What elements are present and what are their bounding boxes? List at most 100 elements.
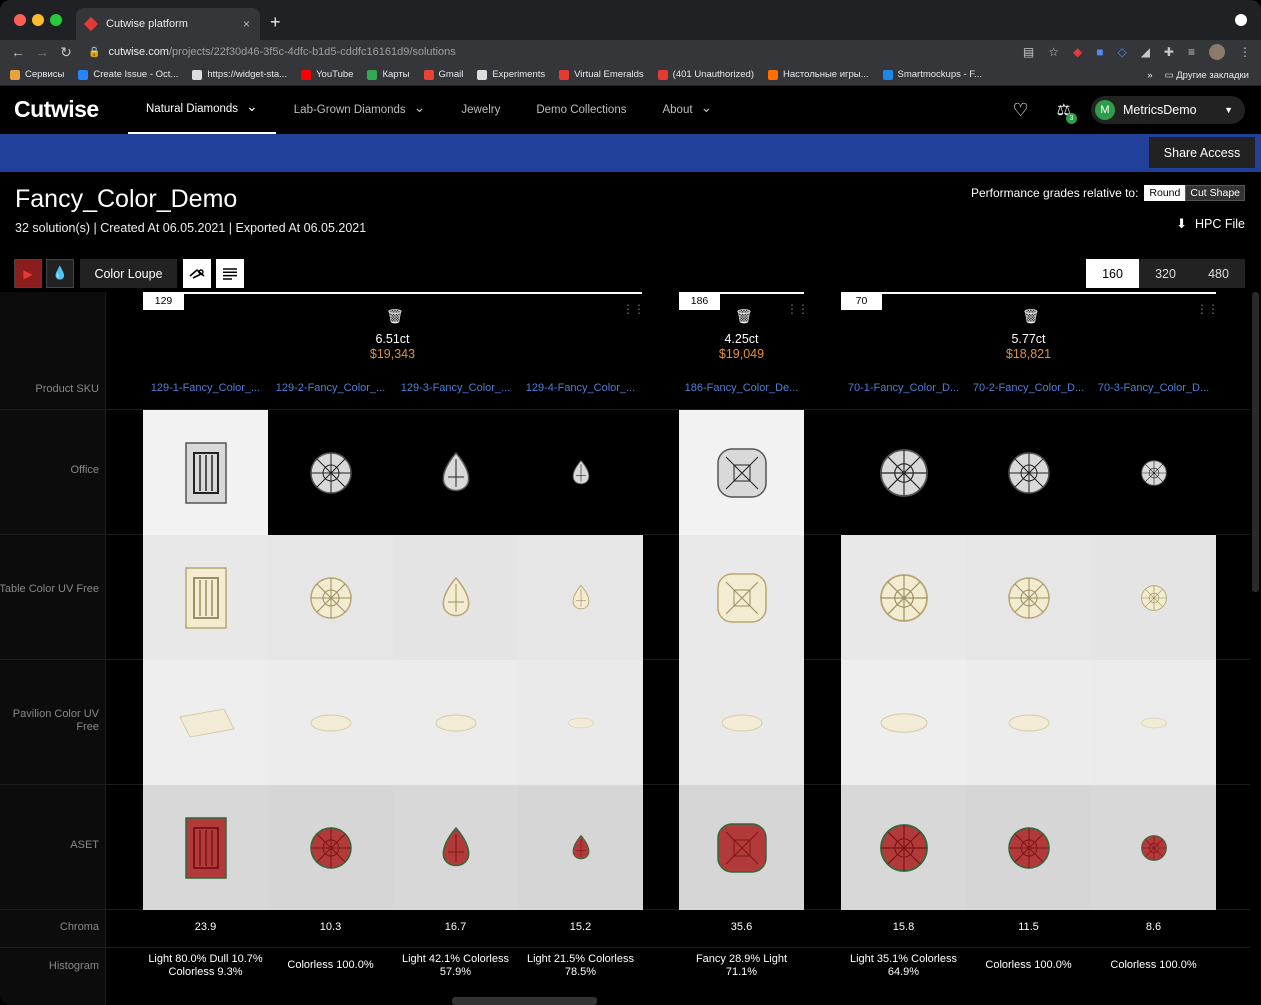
profile-avatar[interactable]	[1209, 44, 1225, 60]
extension-icon[interactable]: ■	[1096, 45, 1103, 59]
menu-item-natural-diamonds[interactable]: Natural Diamonds ⌄	[128, 86, 276, 134]
bookmark-item[interactable]: Gmail	[423, 69, 463, 80]
size-option-160[interactable]: 160	[1086, 259, 1139, 288]
office-image-cell[interactable]	[1091, 410, 1216, 535]
puzzle-icon[interactable]: ✚	[1164, 45, 1174, 59]
favorites-heart-icon[interactable]: ♡	[1013, 100, 1029, 121]
user-menu[interactable]: M MetricsDemo ▼	[1091, 96, 1245, 124]
minimize-window-button[interactable]	[32, 14, 44, 26]
horizontal-scrollbar[interactable]	[452, 997, 597, 1005]
pav-image-cell[interactable]	[268, 660, 393, 785]
bookmark-item[interactable]: (401 Unauthorized)	[657, 69, 754, 80]
vertical-scrollbar[interactable]	[1252, 292, 1259, 592]
other-bookmarks-folder[interactable]: ▭ Другие закладки	[1165, 70, 1249, 81]
product-sku-link[interactable]: 70-3-Fancy_Color_D...	[1091, 382, 1216, 394]
bookmark-item[interactable]: https://widget-sta...	[192, 69, 287, 80]
table-image-cell[interactable]	[679, 535, 804, 660]
cutwise-logo[interactable]: Cutwise	[14, 96, 99, 123]
perf-option-cut-shape[interactable]: Cut Shape	[1185, 185, 1245, 201]
table-image-cell[interactable]	[143, 535, 268, 660]
close-window-button[interactable]	[14, 14, 26, 26]
aset-image-cell[interactable]	[679, 785, 804, 910]
office-image-cell[interactable]	[966, 410, 1091, 535]
trash-icon[interactable]: 🗑	[735, 308, 753, 325]
color-drop-button[interactable]: 💧	[46, 259, 74, 288]
extension-icon[interactable]: ◆	[1073, 45, 1082, 59]
table-image-cell[interactable]	[268, 535, 393, 660]
bookmark-item[interactable]: Smartmockups - F...	[882, 69, 982, 80]
bookmark-item[interactable]: Create Issue - Oct...	[78, 69, 178, 80]
drag-handle-icon[interactable]: ⋮⋮	[622, 303, 645, 315]
play-button[interactable]: ▶	[14, 259, 42, 288]
aset-image-cell[interactable]	[268, 785, 393, 910]
perf-option-round[interactable]: Round	[1144, 185, 1186, 201]
forward-arrow-icon[interactable]: →	[30, 44, 54, 60]
pav-image-cell[interactable]	[518, 660, 643, 785]
browser-menu-icon[interactable]	[1235, 14, 1247, 26]
pav-image-cell[interactable]	[966, 660, 1091, 785]
compare-scales-icon[interactable]: ⚖ 3	[1057, 100, 1077, 124]
bookmark-item[interactable]: YouTube	[301, 69, 353, 80]
list-view-icon[interactable]	[216, 259, 244, 288]
pav-image-cell[interactable]	[393, 660, 518, 785]
table-image-cell[interactable]	[966, 535, 1091, 660]
back-arrow-icon[interactable]: ←	[6, 44, 30, 60]
size-option-480[interactable]: 480	[1192, 259, 1245, 288]
bookmark-item[interactable]: Настольные игры...	[768, 69, 869, 80]
pav-image-cell[interactable]	[1091, 660, 1216, 785]
hpc-file-link[interactable]: ⬇ HPC File	[1176, 216, 1245, 232]
bookmark-item[interactable]: Virtual Emeralds	[559, 69, 644, 80]
drag-handle-icon[interactable]: ⋮⋮	[1196, 303, 1219, 315]
browser-tab[interactable]: Cutwise platform ×	[76, 8, 260, 40]
trash-icon[interactable]: 🗑	[1022, 308, 1040, 325]
bookmarks-more-button[interactable]: »	[1147, 70, 1152, 81]
bookmark-item[interactable]: Карты	[367, 69, 410, 80]
reload-icon[interactable]: ↻	[54, 44, 78, 61]
pav-image-cell[interactable]	[143, 660, 268, 785]
translate-icon[interactable]: ▤	[1023, 45, 1034, 59]
table-image-cell[interactable]	[841, 535, 966, 660]
url-field[interactable]: 🔒 cutwise.com/projects/22f30d46-3f5c-4df…	[88, 40, 456, 64]
menu-item-jewelry[interactable]: Jewelry	[443, 86, 518, 134]
aset-image-cell[interactable]	[518, 785, 643, 910]
product-sku-link[interactable]: 70-2-Fancy_Color_D...	[966, 382, 1091, 394]
extension-icon[interactable]: ◢	[1141, 45, 1150, 59]
office-image-cell[interactable]	[143, 410, 268, 535]
product-sku-link[interactable]: 129-3-Fancy_Color_...	[393, 382, 518, 394]
size-option-320[interactable]: 320	[1139, 259, 1192, 288]
table-image-cell[interactable]	[1091, 535, 1216, 660]
pav-image-cell[interactable]	[841, 660, 966, 785]
playlist-icon[interactable]: ≡	[1188, 45, 1195, 59]
office-image-cell[interactable]	[393, 410, 518, 535]
aset-image-cell[interactable]	[143, 785, 268, 910]
diamond-view-icon[interactable]	[183, 259, 211, 288]
maximize-window-button[interactable]	[50, 14, 62, 26]
product-sku-link[interactable]: 70-1-Fancy_Color_D...	[841, 382, 966, 394]
office-image-cell[interactable]	[518, 410, 643, 535]
aset-image-cell[interactable]	[966, 785, 1091, 910]
drag-handle-icon[interactable]: ⋮⋮	[786, 303, 809, 315]
menu-item-demo-collections[interactable]: Demo Collections	[518, 86, 644, 134]
table-image-cell[interactable]	[393, 535, 518, 660]
office-image-cell[interactable]	[841, 410, 966, 535]
menu-item-lab-grown-diamonds[interactable]: Lab-Grown Diamonds ⌄	[276, 86, 444, 134]
pav-image-cell[interactable]	[679, 660, 804, 785]
bookmark-item[interactable]: Сервисы	[10, 69, 64, 80]
office-image-cell[interactable]	[679, 410, 804, 535]
office-image-cell[interactable]	[268, 410, 393, 535]
trash-icon[interactable]: 🗑	[386, 308, 404, 325]
bookmark-star-icon[interactable]: ☆	[1048, 45, 1059, 59]
product-sku-link[interactable]: 129-1-Fancy_Color_...	[143, 382, 268, 394]
share-access-button[interactable]: Share Access	[1149, 137, 1255, 168]
kebab-menu-icon[interactable]: ⋮	[1239, 45, 1251, 59]
product-sku-link[interactable]: 129-4-Fancy_Color_...	[518, 382, 643, 394]
extension-icon[interactable]: ◇	[1117, 45, 1126, 59]
product-sku-link[interactable]: 129-2-Fancy_Color_...	[268, 382, 393, 394]
bookmark-item[interactable]: Experiments	[477, 69, 545, 80]
color-loupe-button[interactable]: Color Loupe	[80, 259, 177, 288]
aset-image-cell[interactable]	[1091, 785, 1216, 910]
menu-item-about[interactable]: About ⌄	[644, 86, 730, 134]
aset-image-cell[interactable]	[841, 785, 966, 910]
aset-image-cell[interactable]	[393, 785, 518, 910]
new-tab-button[interactable]: +	[270, 12, 281, 33]
